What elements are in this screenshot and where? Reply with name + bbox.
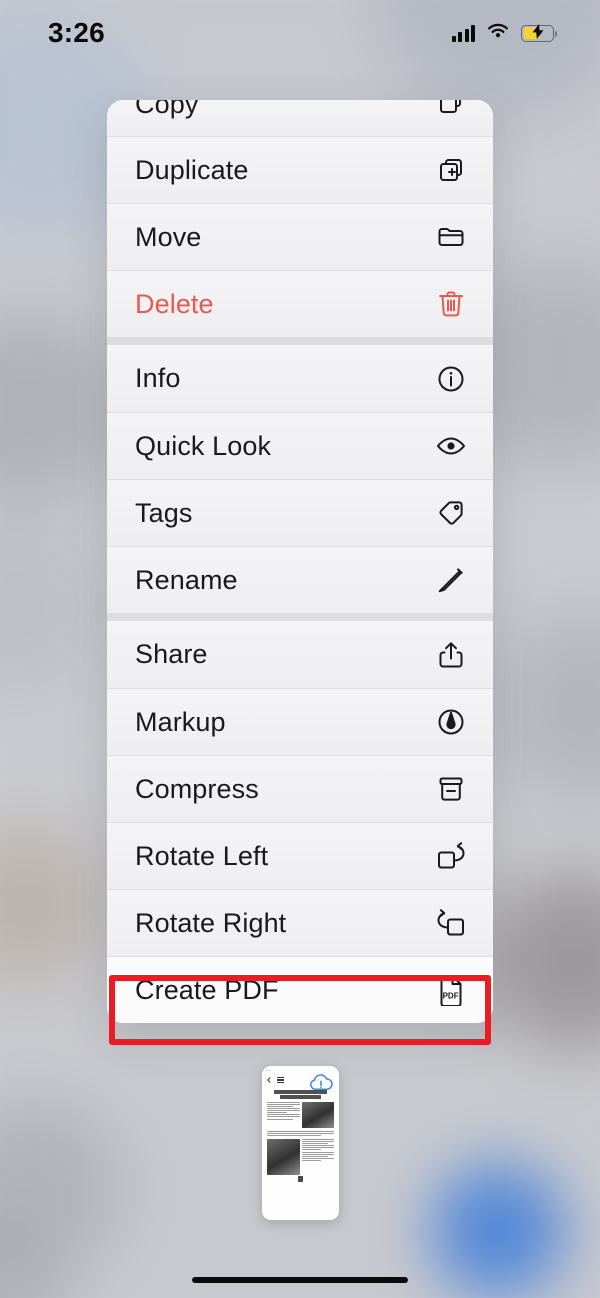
info-circle-icon (431, 364, 471, 394)
pencil-icon (431, 565, 471, 595)
menu-item-label: Compress (135, 774, 259, 805)
menu-item-delete[interactable]: Delete (107, 270, 493, 337)
thumbnail-status-text: ▪▪▪ (266, 1068, 270, 1072)
svg-text:PDF: PDF (443, 991, 459, 1000)
back-chevron-icon (267, 1077, 273, 1083)
menu-item-rotate-left[interactable]: Rotate Left (107, 822, 493, 889)
menu-item-move[interactable]: Move (107, 203, 493, 270)
thumbnail-status-bar: ▪▪▪ (262, 1066, 339, 1073)
menu-group-share-edit: Share Markup Compress (107, 613, 493, 1023)
context-menu[interactable]: Copy Duplicate Move (107, 100, 493, 1023)
menu-item-label: Rotate Left (135, 841, 268, 872)
thumbnail-mid-lines (267, 1131, 334, 1136)
markup-pen-icon (431, 707, 471, 737)
menu-item-tags[interactable]: Tags (107, 479, 493, 546)
menu-item-label: Duplicate (135, 155, 248, 186)
menu-item-rename[interactable]: Rename (107, 546, 493, 613)
duplicate-icon (431, 155, 471, 185)
thumbnail-page-content (262, 1087, 339, 1175)
charging-bolt-icon (532, 24, 543, 42)
thumbnail-headline (274, 1090, 327, 1094)
menu-group-file-info: Info Quick Look Tags (107, 337, 493, 613)
menu-item-label: Markup (135, 707, 226, 738)
menu-item-markup[interactable]: Markup (107, 688, 493, 755)
menu-item-label: Create PDF (135, 975, 279, 1006)
menu-item-compress[interactable]: Compress (107, 755, 493, 822)
menu-item-label: Tags (135, 498, 192, 529)
menu-item-copy[interactable]: Copy (107, 100, 493, 136)
thumbnail-subheadline (280, 1095, 321, 1099)
wifi-icon (486, 22, 510, 45)
document-preview-thumbnail[interactable]: ▪▪▪ (262, 1066, 339, 1220)
menu-item-label: Quick Look (135, 431, 271, 462)
thumbnail-toolbar (262, 1175, 339, 1184)
menu-item-label: Rename (135, 565, 238, 596)
home-indicator[interactable] (192, 1277, 408, 1283)
menu-item-label: Move (135, 222, 201, 253)
cellular-signal-icon (452, 25, 476, 42)
archive-box-icon (431, 775, 471, 803)
tag-icon (431, 498, 471, 528)
thumbnail-top-block (267, 1102, 334, 1128)
share-icon (431, 640, 471, 670)
thumbnail-bottom-block (267, 1139, 334, 1175)
copy-icon (431, 100, 471, 116)
menu-item-label: Rotate Right (135, 908, 286, 939)
menu-item-label: Copy (135, 100, 198, 120)
menu-item-label: Delete (135, 289, 214, 320)
menu-item-rotate-right[interactable]: Rotate Right (107, 889, 493, 956)
eye-icon (431, 433, 471, 459)
status-bar-clock: 3:26 (48, 17, 105, 49)
menu-item-share[interactable]: Share (107, 621, 493, 688)
menu-item-quick-look[interactable]: Quick Look (107, 412, 493, 479)
more-menu-icon (277, 1077, 284, 1083)
menu-item-info[interactable]: Info (107, 345, 493, 412)
status-bar: 3:26 (0, 0, 600, 66)
battery-charging-icon (521, 25, 554, 42)
rotate-left-icon (431, 841, 471, 871)
menu-group-file-actions: Copy Duplicate Move (107, 100, 493, 337)
menu-item-label: Info (135, 363, 180, 394)
menu-item-create-pdf[interactable]: Create PDF PDF (107, 956, 493, 1023)
thumbnail-nav-bar (262, 1073, 339, 1087)
menu-item-label: Share (135, 639, 208, 670)
menu-item-duplicate[interactable]: Duplicate (107, 136, 493, 203)
status-bar-indicators (452, 22, 555, 45)
pdf-document-icon: PDF (431, 974, 471, 1006)
trash-icon (431, 289, 471, 319)
folder-icon (431, 222, 471, 252)
rotate-right-icon (431, 908, 471, 938)
